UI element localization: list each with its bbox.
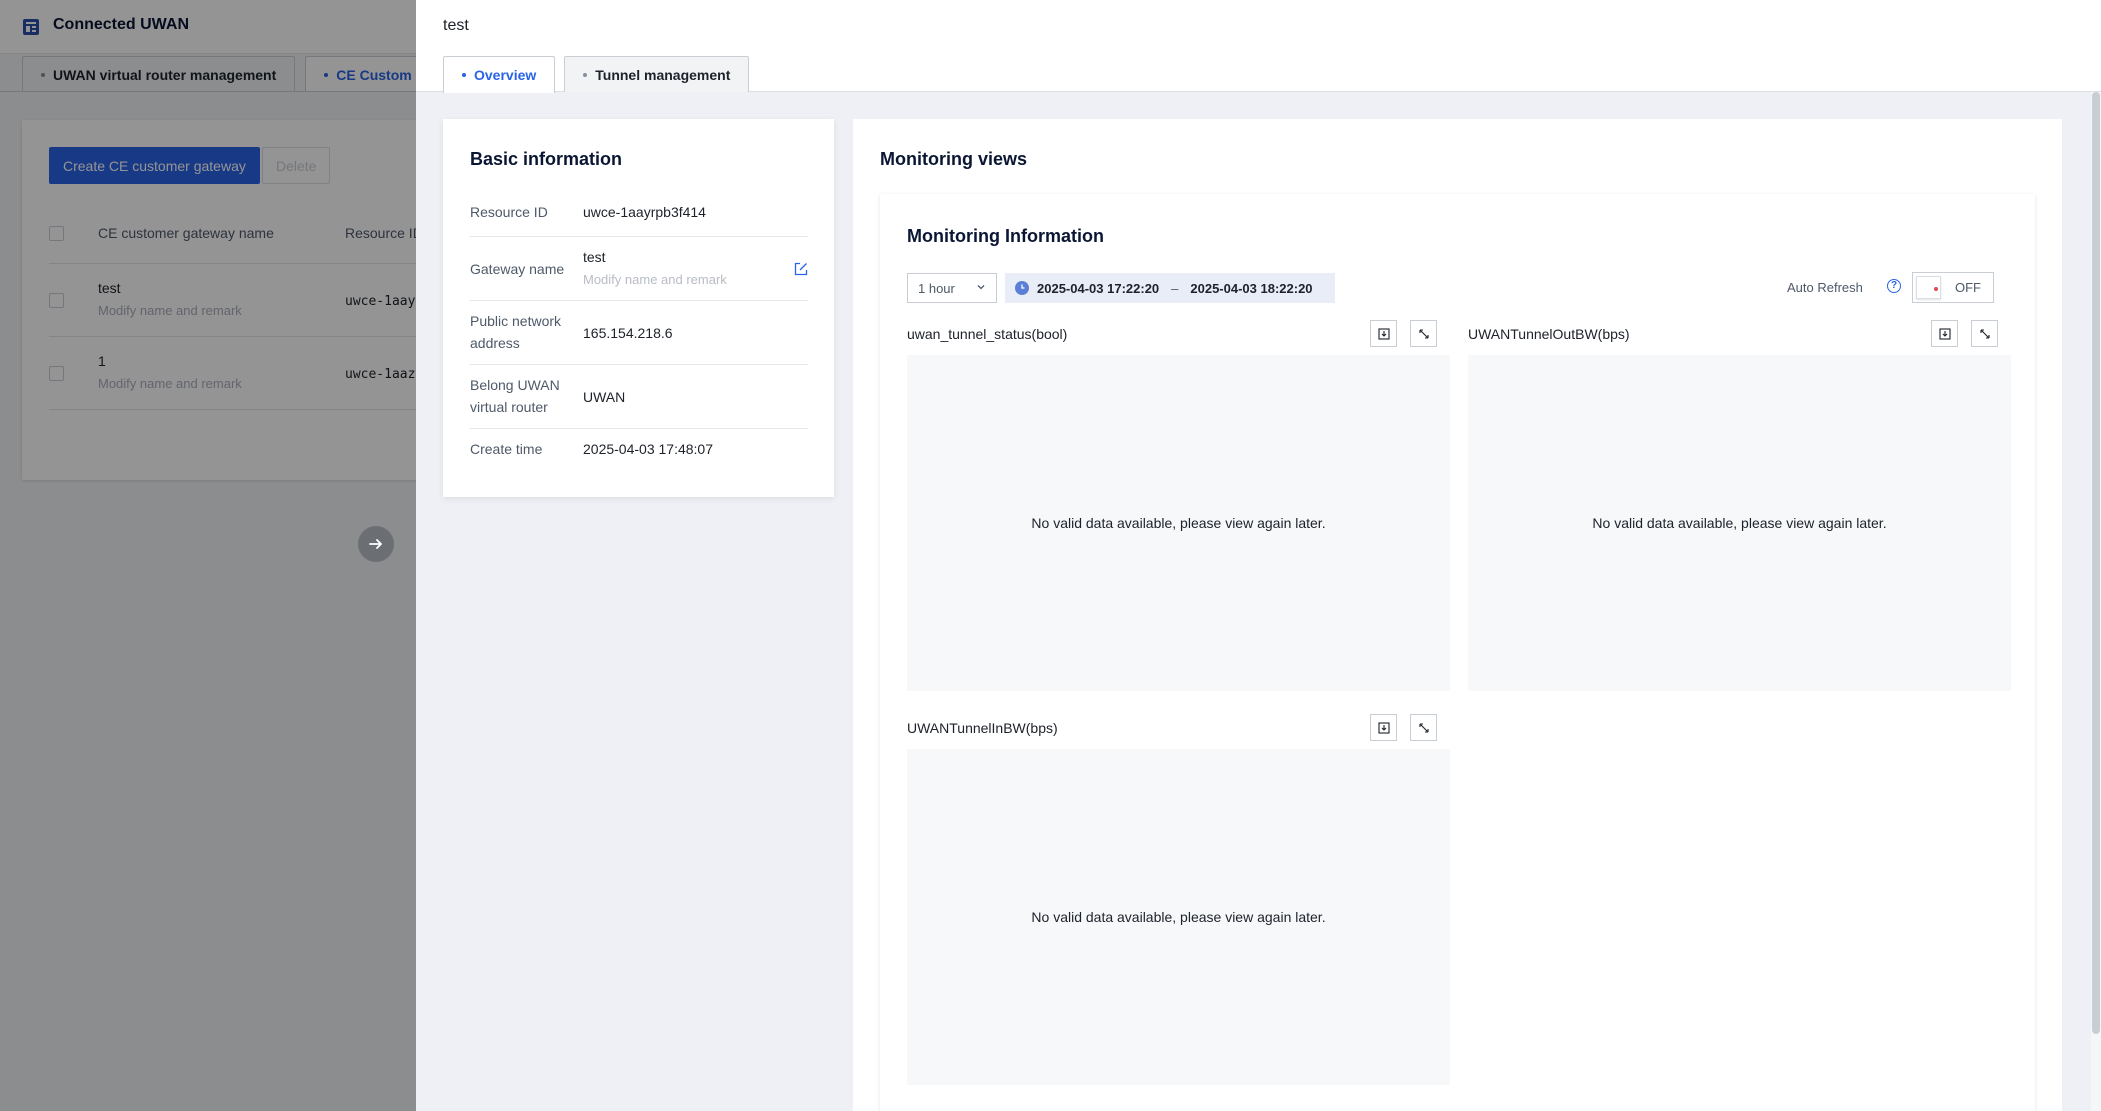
empty-state-text: No valid data available, please view aga… xyxy=(1031,515,1326,531)
auto-refresh-label: Auto Refresh xyxy=(1787,280,1863,295)
help-icon[interactable]: ? xyxy=(1887,279,1901,293)
basic-info-title: Basic information xyxy=(470,149,623,169)
expand-icon xyxy=(1418,328,1429,339)
chart-title: UWANTunnelOutBW(bps) xyxy=(1468,326,1630,342)
monitoring-views-title: Monitoring views xyxy=(880,149,1028,169)
info-row-create-time: Create time 2025-04-03 17:48:07 xyxy=(470,429,808,469)
empty-state-text: No valid data available, please view aga… xyxy=(1592,515,1887,531)
empty-state-text: No valid data available, please view aga… xyxy=(1031,909,1326,925)
time-range-picker[interactable]: 2025-04-03 17:22:20 – 2025-04-03 18:22:2… xyxy=(1005,273,1335,303)
monitoring-info-title: Monitoring Information xyxy=(907,226,1104,246)
info-label: Create time xyxy=(470,441,543,457)
info-row-public-address: Public network address 165.154.218.6 xyxy=(470,301,808,365)
tab-label: Overview xyxy=(474,67,537,83)
toggle-knob xyxy=(1916,276,1941,299)
info-row-resource-id: Resource ID uwce-1aayrpb3f414 xyxy=(470,197,808,237)
download-button[interactable] xyxy=(1370,714,1397,741)
collapse-drawer-button[interactable] xyxy=(358,526,394,562)
info-label: Belong UWAN virtual router xyxy=(470,377,560,415)
monitoring-views-panel: Monitoring views Monitoring Information … xyxy=(853,119,2062,1111)
info-remark: Modify name and remark xyxy=(583,272,727,287)
download-icon xyxy=(1377,327,1390,340)
expand-button[interactable] xyxy=(1971,320,1998,347)
edit-icon[interactable] xyxy=(794,262,808,276)
info-value: uwce-1aayrpb3f414 xyxy=(583,204,706,220)
tab-tunnel-management[interactable]: Tunnel management xyxy=(564,56,750,92)
expand-icon xyxy=(1979,328,1990,339)
arrow-right-icon xyxy=(369,539,382,549)
drawer-header: test Overview Tunnel management xyxy=(416,0,2101,93)
chart-empty-area: No valid data available, please view aga… xyxy=(907,749,1450,1085)
chevron-down-icon xyxy=(977,285,985,290)
info-label: Resource ID xyxy=(470,204,548,220)
info-value: 2025-04-03 17:48:07 xyxy=(583,441,713,457)
expand-icon xyxy=(1418,722,1429,733)
toggle-state: OFF xyxy=(1955,280,1981,295)
monitoring-info-card: Monitoring Information 1 hour 2025-04-03… xyxy=(880,194,2035,1111)
download-button[interactable] xyxy=(1931,320,1958,347)
info-row-belong-router: Belong UWAN virtual router UWAN xyxy=(470,365,808,429)
drawer-title: test xyxy=(443,17,469,34)
tab-dot-icon xyxy=(462,73,466,77)
info-row-gateway-name: Gateway name test Modify name and remark xyxy=(470,237,808,301)
chart-tunnel-out-bw: UWANTunnelOutBW(bps) No valid data avail… xyxy=(1468,320,2011,691)
time-separator: – xyxy=(1171,280,1179,296)
drawer-tabs: Overview Tunnel management xyxy=(443,56,750,93)
time-end: 2025-04-03 18:22:20 xyxy=(1190,280,1313,296)
clock-icon xyxy=(1015,281,1029,295)
chart-title: UWANTunnelInBW(bps) xyxy=(907,720,1058,736)
period-value: 1 hour xyxy=(918,280,955,296)
download-icon xyxy=(1377,721,1390,734)
expand-button[interactable] xyxy=(1410,714,1437,741)
info-value: 165.154.218.6 xyxy=(583,325,673,341)
expand-button[interactable] xyxy=(1410,320,1437,347)
tab-label: Tunnel management xyxy=(595,66,731,83)
auto-refresh-toggle[interactable]: OFF xyxy=(1912,272,1994,303)
time-start: 2025-04-03 17:22:20 xyxy=(1037,280,1160,296)
info-label: Gateway name xyxy=(470,261,565,277)
tab-overview[interactable]: Overview xyxy=(443,56,556,93)
period-select[interactable]: 1 hour xyxy=(907,273,997,303)
gateway-detail-drawer: test Overview Tunnel management Basic in… xyxy=(416,0,2101,1111)
info-value: UWAN xyxy=(583,389,626,405)
download-icon xyxy=(1938,327,1951,340)
scrollbar-thumb[interactable] xyxy=(2092,92,2100,1034)
info-label: Public network address xyxy=(470,313,562,351)
download-button[interactable] xyxy=(1370,320,1397,347)
basic-info-card: Basic information Resource ID uwce-1aayr… xyxy=(443,119,834,497)
chart-empty-area: No valid data available, please view aga… xyxy=(907,355,1450,691)
chart-title: uwan_tunnel_status(bool) xyxy=(907,326,1068,342)
chart-tunnel-status: uwan_tunnel_status(bool) No valid data a… xyxy=(907,320,1450,691)
chart-tunnel-in-bw: UWANTunnelInBW(bps) No valid data availa… xyxy=(907,714,1450,1085)
info-value: test xyxy=(583,249,606,265)
tab-dot-icon xyxy=(583,72,588,77)
chart-empty-area: No valid data available, please view aga… xyxy=(1468,355,2011,691)
